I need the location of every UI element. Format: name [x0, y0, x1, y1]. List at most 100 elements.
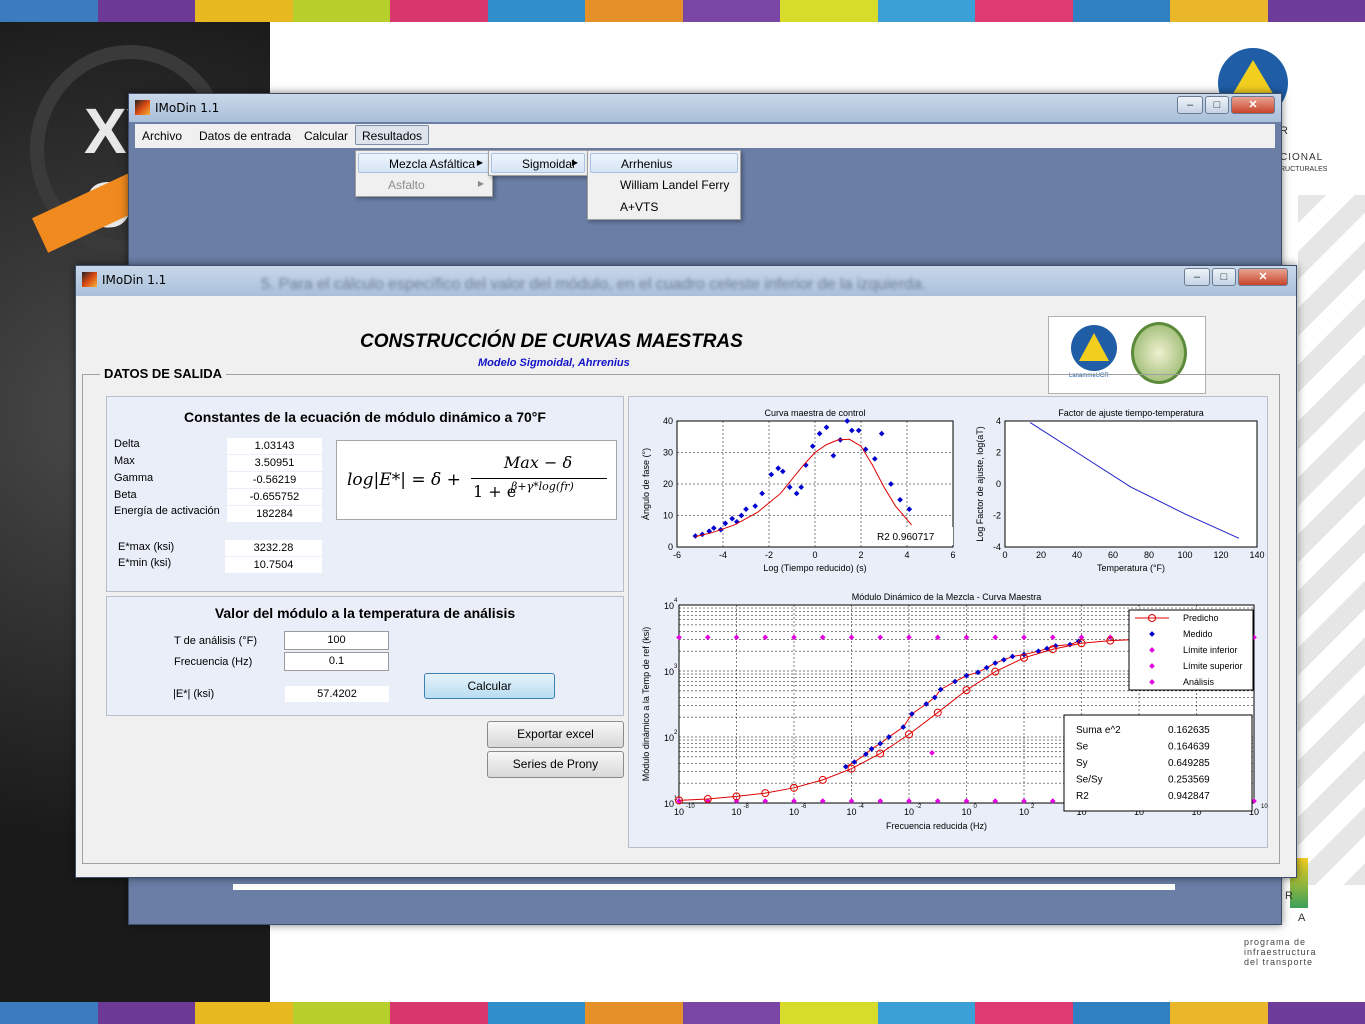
x-axis-label: Frecuencia reducida (Hz): [886, 821, 987, 831]
label-emax: E*max (ksi): [118, 541, 175, 553]
maximize-button[interactable]: □: [1205, 96, 1229, 114]
front-window: IMoDin 1.1 5. Para el cálculo específico…: [75, 265, 1297, 878]
page-title: CONSTRUCCIÓN DE CURVAS MAESTRAS: [360, 331, 743, 352]
legend-label: Límite inferior: [1183, 645, 1238, 655]
modulus-result: 57.4202: [285, 686, 389, 702]
section-title: DATOS DE SALIDA: [100, 366, 226, 381]
stripe-segment: [877, 0, 975, 22]
bottom-color-stripe: [0, 1002, 1365, 1024]
x-tick-label: 10: [961, 807, 971, 817]
formula-numerator: Max − δ: [503, 453, 573, 472]
dropdown-mezcla: Sigmoidal ▶: [488, 150, 588, 176]
corner-letter-3: A: [1298, 912, 1306, 924]
y-tick-label: 10: [664, 601, 674, 611]
x-tick-label: 6: [950, 550, 955, 560]
minimize-button[interactable]: –: [1184, 268, 1210, 286]
charts-svg: -6 -4 -2 0 2 4 6010203040Curva maestra de cont…: [641, 408, 1268, 831]
menu-item-asfalto[interactable]: Asfalto ▶: [358, 175, 490, 195]
frequency-input[interactable]: 0.1: [284, 652, 389, 671]
stat-label: Suma e^2: [1076, 725, 1121, 736]
x-tick-label: 40: [1072, 550, 1082, 560]
close-button[interactable]: ✕: [1231, 96, 1275, 114]
plot-area: [1004, 420, 1258, 548]
chart-title: Módulo Dinámico de la Mezcla - Curva Mae…: [852, 592, 1042, 602]
front-window-title: IMoDin 1.1: [102, 273, 167, 287]
menu-item-arrhenius[interactable]: Arrhenius: [590, 153, 738, 173]
y-tick-label: 2: [996, 448, 1001, 458]
close-button[interactable]: ✕: [1238, 268, 1288, 286]
x-tick-exponent: 0: [974, 804, 978, 810]
stripe-segment: [585, 0, 683, 22]
label-delta: Delta: [114, 438, 140, 450]
r2-annotation: R2 0.960717: [877, 532, 935, 543]
x-axis-label: Temperatura (°F): [1097, 563, 1165, 573]
formula-fraction-bar: [471, 478, 607, 479]
pitra-line-1: programa de: [1244, 937, 1307, 947]
stripe-segment: [487, 0, 585, 22]
stripe-segment: [195, 0, 293, 22]
chart-title: Factor de ajuste tiempo-temperatura: [1058, 408, 1204, 418]
label-modulo: |E*| (ksi): [173, 688, 215, 700]
stripe-segment: [0, 0, 98, 22]
legend-label: Medido: [1183, 629, 1213, 639]
menu-item-mezcla-asfaltica[interactable]: Mezcla Asfáltica ▶: [358, 153, 490, 173]
dropdown-sigmoidal: Arrhenius William Landel Ferry A+VTS: [587, 150, 741, 220]
menu-resultados[interactable]: Resultados: [355, 125, 430, 145]
x-tick-label: 60: [1108, 550, 1118, 560]
stripe-segment: [487, 1002, 585, 1024]
label-frecuencia: Frecuencia (Hz): [174, 656, 253, 668]
label-gamma: Gamma: [114, 472, 154, 484]
menu-archivo[interactable]: Archivo: [136, 127, 188, 147]
menu-item-sigmoidal-label: Sigmoidal: [522, 157, 575, 171]
formula-denominator: 1 + e: [473, 482, 517, 501]
x-axis-label: Log (Tiempo reducido) (s): [763, 563, 866, 573]
menu-item-sigmoidal[interactable]: Sigmoidal ▶: [491, 153, 585, 173]
y-tick-label: 40: [663, 416, 673, 426]
maximize-button[interactable]: □: [1212, 268, 1236, 286]
prony-series-button[interactable]: Series de Prony: [487, 751, 624, 778]
stripe-segment: [97, 1002, 195, 1024]
menu-calcular[interactable]: Calcular: [298, 127, 354, 147]
charts-panel: -6 -4 -2 0 2 4 6 0 10 20 30 40 Curva maestra de cont…: [628, 396, 1268, 848]
stripe-segment: [780, 1002, 878, 1024]
page-subtitle: Modelo Sigmoidal, Ahrrenius: [478, 357, 630, 369]
menu-item-wlf[interactable]: William Landel Ferry: [590, 175, 738, 195]
stripe-segment: [1267, 1002, 1365, 1024]
x-tick-label: 0: [1002, 550, 1007, 560]
legend-label: Análisis: [1183, 677, 1215, 687]
module-panel: Valor del módulo a la temperatura de aná…: [106, 596, 624, 716]
stat-value: 0.942847: [1168, 791, 1210, 802]
menu-datos-entrada[interactable]: Datos de entrada: [193, 127, 297, 147]
y-tick-label: 0: [668, 542, 673, 552]
blurred-background-text: 5. Para el cálculo específico del valor …: [261, 276, 927, 293]
x-tick-exponent: 10: [1261, 804, 1268, 810]
minimize-button[interactable]: –: [1177, 96, 1203, 114]
corner-letter-2: R: [1285, 890, 1293, 902]
menu-item-avts[interactable]: A+VTS: [590, 197, 738, 217]
lanamme-logo: [1071, 325, 1117, 371]
stripe-segment: [1072, 1002, 1170, 1024]
x-tick-label: 80: [1144, 550, 1154, 560]
export-excel-button[interactable]: Exportar excel: [487, 721, 624, 748]
stripe-segment: [682, 1002, 780, 1024]
temperature-input[interactable]: 100: [284, 631, 389, 650]
calcular-button[interactable]: Calcular: [424, 673, 555, 699]
label-temperatura: T de análisis (°F): [174, 635, 258, 647]
x-tick-label: 0: [812, 550, 817, 560]
formula-exponent: β+γ*log(fr): [511, 480, 574, 493]
triangle-icon: [1079, 333, 1109, 361]
y-tick-label: 10: [664, 799, 674, 809]
x-tick-exponent: -2: [916, 804, 922, 810]
x-tick-exponent: -6: [801, 804, 807, 810]
submenu-arrow-icon: ▶: [571, 158, 578, 167]
value-beta: -0.655752: [227, 489, 322, 505]
x-tick-label: 120: [1213, 550, 1228, 560]
y-tick-label: 0: [996, 479, 1001, 489]
label-emin: E*min (ksi): [118, 557, 172, 569]
value-emax: 3232.28: [225, 540, 322, 556]
pitra-line-3: del transporte: [1244, 957, 1314, 967]
module-title: Valor del módulo a la temperatura de aná…: [214, 605, 516, 621]
y-tick-label: 4: [996, 416, 1001, 426]
stripe-segment: [1072, 0, 1170, 22]
x-tick-exponent: -4: [859, 804, 865, 810]
